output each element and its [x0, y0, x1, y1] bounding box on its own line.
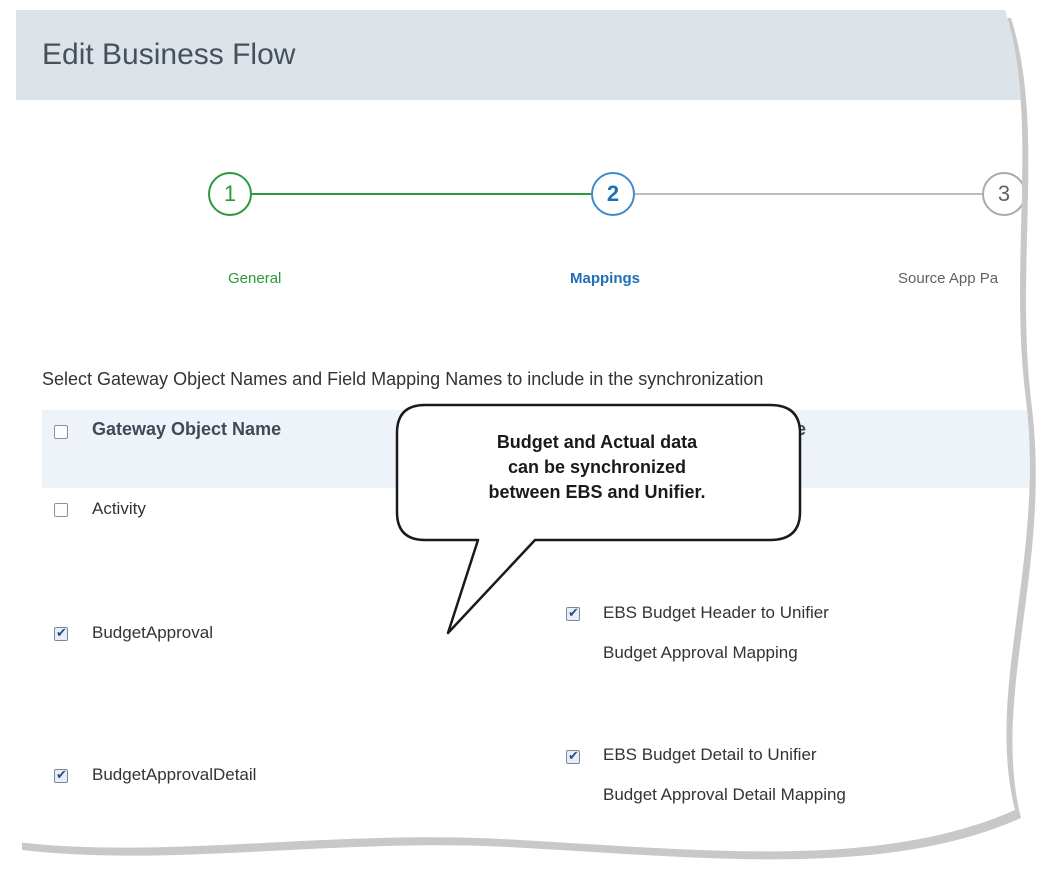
- screenshot-page: Edit Business Flow 1 2 3 General Mapping…: [0, 0, 1040, 873]
- callout-line-1: Budget and Actual data: [496, 432, 698, 452]
- callout-text: Budget and Actual data can be synchroniz…: [418, 430, 776, 505]
- callout-line-2: can be synchronized: [507, 457, 687, 477]
- callout-line-3: between EBS and Unifier.: [488, 482, 706, 502]
